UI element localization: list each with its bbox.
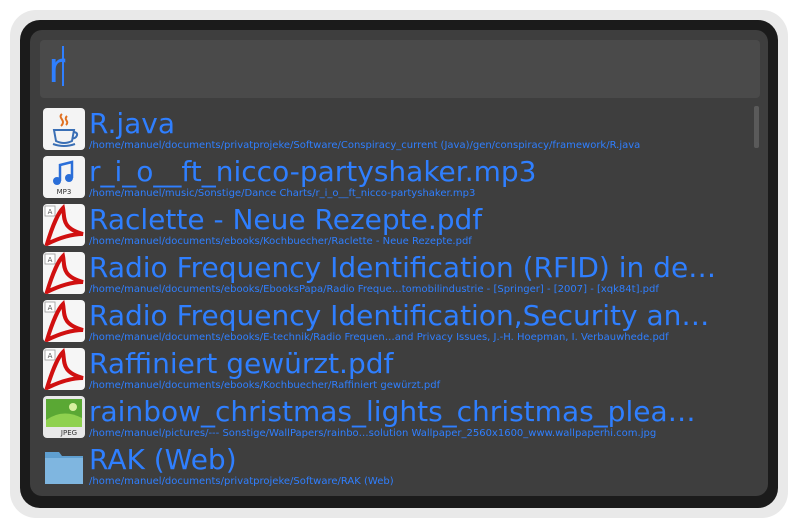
result-path: /home/manuel/documents/ebooks/Kochbueche… [89,236,472,247]
results-scrollbar[interactable] [754,106,759,496]
result-path: /home/manuel/documents/ebooks/EbooksPapa… [89,284,659,295]
result-item[interactable]: RAK (Web) /home/manuel/documents/privatp… [40,442,752,489]
result-item[interactable]: MP3 r_i_o__ft_nicco-partyshaker.mp3 /hom… [40,154,752,201]
svg-text:A: A [48,208,53,216]
jpeg-icon-label: JPEG [60,429,77,437]
result-item[interactable]: A Radio Frequency Identification,Securit… [40,298,752,345]
pdf-file-icon: A [43,348,85,390]
result-title: rainbow_christmas_lights_christmas_plea… [89,395,696,428]
svg-text:A: A [48,304,53,312]
result-item[interactable]: A Raclette - Neue Rezepte.pdf /home/manu… [40,202,752,249]
result-title: Raffiniert gewürzt.pdf [89,347,394,380]
result-path: /home/manuel/documents/privatprojeke/Sof… [89,476,394,487]
result-path: /home/manuel/pictures/--- Sonstige/WallP… [89,428,657,439]
scrollbar-thumb[interactable] [754,106,759,148]
result-path: /home/manuel/documents/ebooks/Kochbueche… [89,380,441,391]
result-path: /home/manuel/documents/ebooks/E-technik/… [89,332,669,343]
result-path: /home/manuel/documents/privatprojeke/Sof… [89,140,641,151]
text-caret [62,46,64,86]
pdf-file-icon: A [43,300,85,342]
result-title: Raclette - Neue Rezepte.pdf [89,203,483,236]
svg-text:A: A [48,352,53,360]
result-title: R.java [89,107,176,140]
result-item[interactable]: A Radio Frequency Identification (RFID) … [40,250,752,297]
result-path: /home/manuel/music/Sonstige/Dance Charts… [89,188,476,199]
svg-text:A: A [48,256,53,264]
result-item[interactable]: JPEG rainbow_christmas_lights_christmas_… [40,394,752,441]
pdf-file-icon: A [43,252,85,294]
jpeg-file-icon: JPEG [43,396,85,438]
results-list: R.java /home/manuel/documents/privatproj… [40,106,752,496]
pdf-file-icon: A [43,204,85,246]
mp3-file-icon: MP3 [43,156,85,198]
mp3-icon-label: MP3 [57,188,72,196]
result-title: RAK (Web) [89,443,237,476]
folder-icon [43,444,85,486]
result-item[interactable]: R.java /home/manuel/documents/privatproj… [40,106,752,153]
java-file-icon [43,108,85,150]
result-title: Radio Frequency Identification,Security … [89,299,710,332]
result-title: Radio Frequency Identification (RFID) in… [89,251,717,284]
search-input[interactable]: r [40,40,760,98]
result-title: r_i_o__ft_nicco-partyshaker.mp3 [89,155,537,188]
result-item[interactable]: A Raffiniert gewürzt.pdf /home/manuel/do… [40,346,752,393]
